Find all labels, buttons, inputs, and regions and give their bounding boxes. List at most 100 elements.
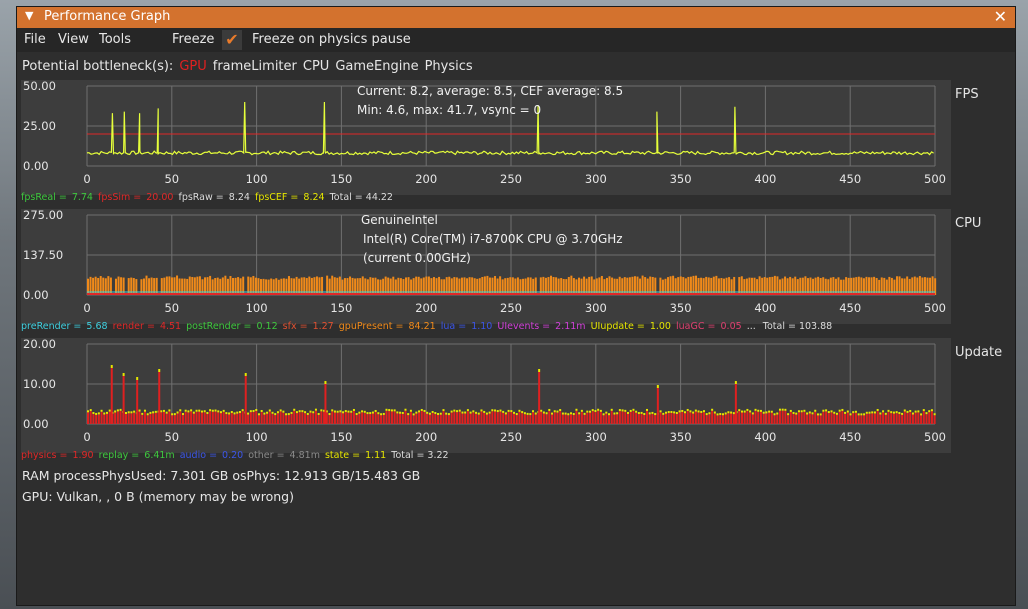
update-bar-cap <box>499 409 502 412</box>
update-bar-cap <box>127 411 130 414</box>
menu-file[interactable]: File <box>24 32 46 47</box>
cpu-bar <box>443 279 446 295</box>
cpu-bar <box>661 279 664 295</box>
update-bar-cap <box>844 411 847 414</box>
update-bar <box>228 414 231 424</box>
update-bar-cap <box>124 412 127 415</box>
collapse-icon[interactable]: ▼ <box>25 9 33 22</box>
y-tick-label: 50.00 <box>23 80 56 93</box>
update-bar-cap <box>464 411 467 414</box>
bottleneck-row: Potential bottleneck(s): GPU frameLimiter C… <box>22 59 479 74</box>
update-spike-cap <box>110 365 113 368</box>
update-bar-cap <box>749 410 752 413</box>
update-bar-cap <box>743 410 746 413</box>
legend-entry-name: fpsRaw = <box>178 192 227 203</box>
update-bar <box>314 410 317 424</box>
cpu-label: CPU <box>955 216 982 231</box>
update-bar-cap <box>800 410 803 413</box>
cpu-bar <box>603 279 606 295</box>
update-bar-cap <box>659 410 662 413</box>
cpu-bar <box>908 278 911 295</box>
update-bar <box>816 415 819 424</box>
update-bar-cap <box>371 411 374 414</box>
legend-entry-name: fpsSim = <box>98 192 145 203</box>
update-bar <box>914 412 917 424</box>
update-bar <box>599 411 602 424</box>
cpu-bar <box>824 278 827 295</box>
legend-entry-value: 0.20 <box>222 450 247 461</box>
update-bar-cap <box>599 409 602 412</box>
update-bar-cap <box>789 409 792 412</box>
update-bar <box>203 412 206 424</box>
update-bar <box>681 411 684 424</box>
update-bar <box>602 415 605 424</box>
update-bar <box>214 411 217 424</box>
update-bar <box>542 413 545 424</box>
legend-entry-value: 0.05 <box>720 321 745 332</box>
update-bar <box>458 411 461 424</box>
update-bar <box>290 413 293 424</box>
update-bar-cap <box>339 410 342 413</box>
update-bar-cap <box>871 411 874 414</box>
update-bar <box>190 411 193 424</box>
update-bar <box>255 410 258 424</box>
update-bar-cap <box>654 413 657 416</box>
update-bar <box>765 413 768 424</box>
update-bar-cap <box>171 413 174 416</box>
update-bar-cap <box>236 411 239 414</box>
update-bar <box>409 411 412 424</box>
update-bar <box>423 411 426 424</box>
cpu-bar <box>328 278 331 295</box>
update-bar <box>518 411 521 424</box>
update-bar-cap <box>146 413 149 416</box>
cpu-bar <box>178 278 181 295</box>
update-bar-cap <box>268 409 271 412</box>
update-bar <box>385 410 388 424</box>
update-bar <box>613 414 616 424</box>
freeze-label[interactable]: Freeze <box>172 32 214 47</box>
update-bar-cap <box>920 413 923 416</box>
cpu-bar <box>756 279 759 295</box>
x-tick-label: 100 <box>246 430 268 444</box>
update-bar <box>198 411 201 424</box>
update-bar <box>797 412 800 424</box>
update-bar <box>746 410 749 424</box>
freeze-physics-label[interactable]: Freeze on physics pause <box>252 32 411 47</box>
update-bar <box>920 415 923 424</box>
update-bar <box>426 413 429 424</box>
legend-total: Total = 3.22 <box>391 450 449 461</box>
performance-graph-window: ▼ Performance Graph ✕ File View Tools Fr… <box>16 6 1016 606</box>
update-bar <box>412 415 415 424</box>
x-tick-label: 0 <box>83 172 90 186</box>
update-bar-cap <box>385 408 388 411</box>
cpu-bar <box>514 278 517 295</box>
cpu-bar <box>613 278 616 295</box>
update-bar <box>200 412 203 424</box>
update-bar <box>179 411 182 424</box>
update-bar <box>567 415 570 424</box>
update-bar <box>407 415 410 424</box>
update-bar-cap <box>751 412 754 415</box>
update-bar-cap <box>591 409 594 412</box>
update-bar <box>700 412 703 424</box>
update-bar <box>152 413 155 424</box>
update-bar-cap <box>928 410 931 413</box>
update-bar <box>743 412 746 424</box>
bottleneck-item: GameEngine <box>335 59 419 74</box>
update-bar-cap <box>415 411 418 414</box>
freeze-checkbox[interactable]: ✔ <box>222 30 242 50</box>
update-bar-cap <box>309 410 312 413</box>
update-bar <box>171 415 174 424</box>
update-bar-cap <box>295 411 298 414</box>
menu-tools[interactable]: Tools <box>99 32 131 47</box>
update-bar <box>806 414 809 424</box>
update-bar <box>380 415 383 424</box>
update-bar <box>678 412 681 424</box>
close-icon[interactable]: ✕ <box>994 7 1007 26</box>
update-bar-cap <box>580 409 583 412</box>
update-bar <box>844 413 847 424</box>
title-bar[interactable]: ▼ Performance Graph ✕ <box>17 7 1015 28</box>
update-bar-cap <box>285 413 288 416</box>
update-bar-cap <box>553 410 556 413</box>
menu-view[interactable]: View <box>58 32 89 47</box>
